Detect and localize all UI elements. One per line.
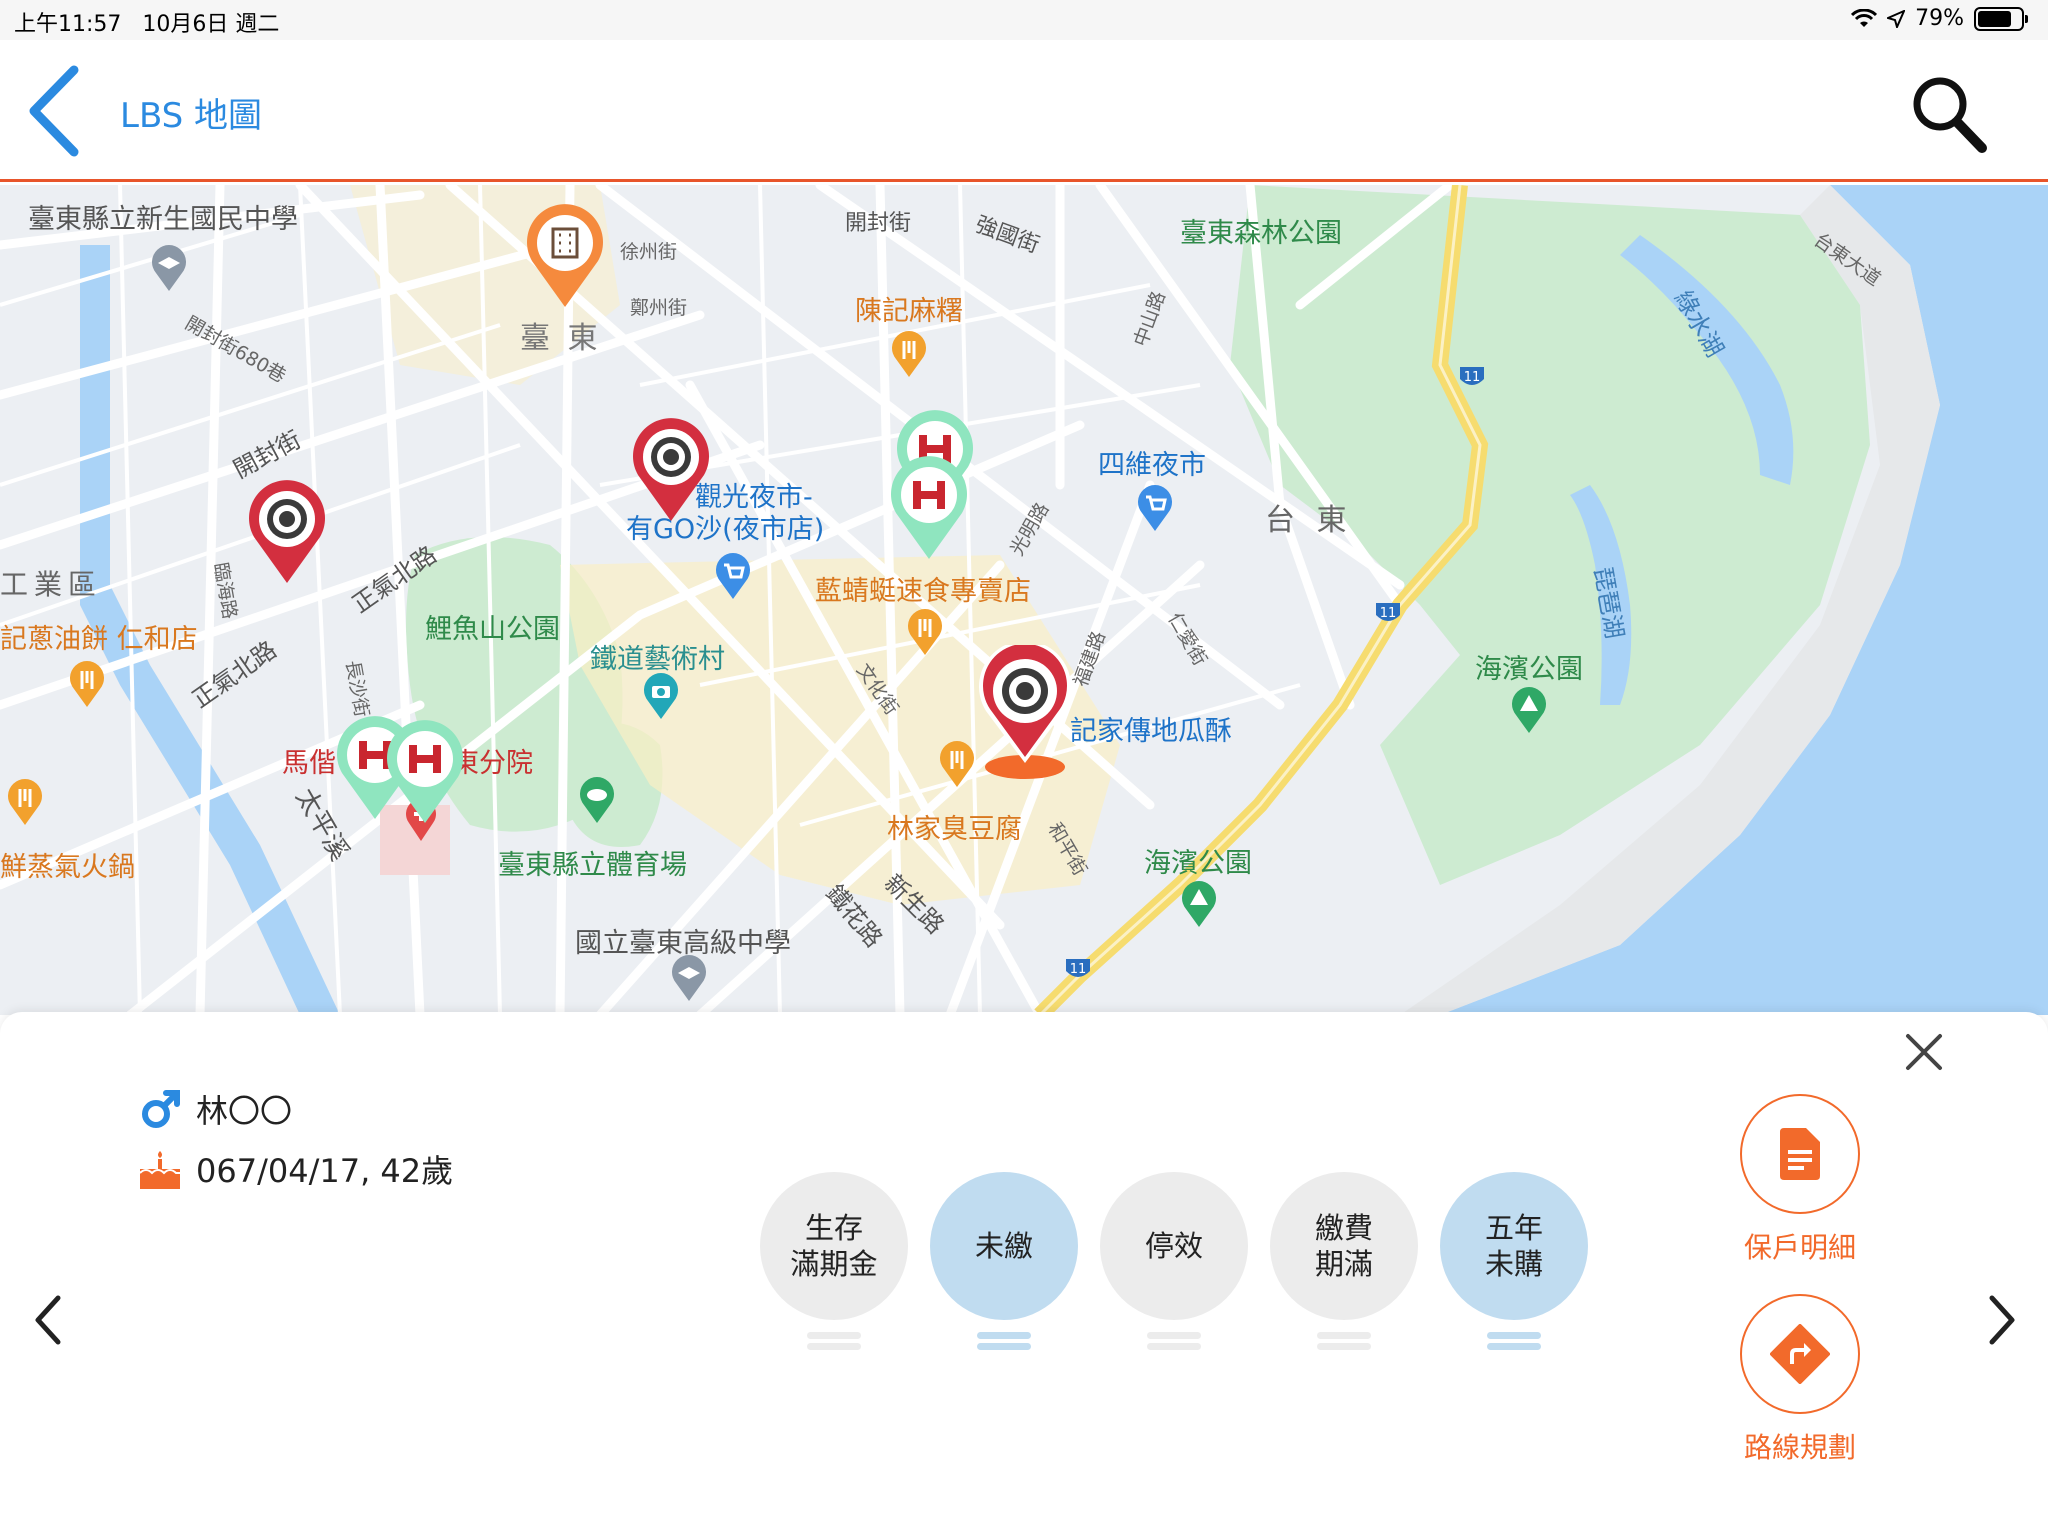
status-date: 10月6日 週二 — [142, 12, 280, 37]
tag-indicator — [1317, 1343, 1371, 1350]
map-label-school: 臺東縣立新生國民中學 — [28, 204, 298, 235]
search-icon[interactable] — [1908, 72, 1988, 156]
map-label-seaside-park1: 海濱公園 — [1475, 654, 1583, 685]
map-label-sweet-potato: 記家傳地瓜酥 — [1070, 716, 1232, 747]
tag-indicator — [977, 1343, 1031, 1350]
customer-target-pin[interactable] — [630, 417, 712, 523]
customer-name: 林〇〇 — [196, 1092, 293, 1130]
map-label-zhengzhou: 鄭州街 — [630, 297, 688, 319]
camera-poi-icon[interactable] — [642, 673, 680, 721]
page-title: LBS 地圖 — [120, 96, 263, 136]
wifi-icon — [1851, 8, 1878, 27]
highway-shield-icon: 11 — [1376, 603, 1400, 621]
school-poi-icon — [152, 245, 186, 291]
directions-icon — [1770, 1324, 1830, 1384]
restaurant-poi-icon[interactable] — [890, 331, 928, 379]
tree-poi-icon[interactable] — [1180, 881, 1218, 929]
tag-label: 生存 滿期金 — [760, 1172, 908, 1320]
tag-label: 五年 未購 — [1440, 1172, 1588, 1320]
building-pin-icon[interactable] — [524, 203, 606, 309]
back-chevron-icon[interactable] — [24, 64, 84, 158]
status-bar: 上午11:57 10月6日 週二 79% — [0, 0, 2048, 40]
tag-five-years-no-purchase[interactable]: 五年 未購 — [1440, 1172, 1588, 1350]
map-label-xuzhou: 徐州街 — [620, 241, 678, 263]
hospital-pin-icon[interactable] — [384, 719, 466, 825]
map-label-chen-mahua: 陳記麻糬 — [855, 296, 963, 327]
map-label-kaifeng: 開封街 — [845, 211, 912, 236]
stadium-poi-icon[interactable] — [578, 777, 616, 825]
document-icon — [1780, 1128, 1820, 1180]
map-label-industrial: 工業區 — [0, 568, 103, 601]
tag-indicator — [807, 1332, 861, 1339]
map-label-mackay: 馬偕 — [282, 748, 336, 779]
customer-detail-button[interactable]: 保戶明細 — [1740, 1094, 1860, 1266]
tag-indicator — [1487, 1343, 1541, 1350]
restaurant-poi-icon[interactable] — [906, 609, 944, 657]
map-label-forest-park: 臺東森林公園 — [1180, 218, 1342, 249]
map-label-lanjingting: 藍蜻蜓速食專賣店 — [815, 576, 1031, 607]
svg-text:11: 11 — [1070, 962, 1087, 977]
male-icon — [142, 1090, 180, 1128]
tag-indicator — [1147, 1343, 1201, 1350]
customer-birth-row: 067/04/17, 42歲 — [138, 1146, 453, 1192]
map-label-stadium: 臺東縣立體育場 — [498, 850, 687, 881]
map-label-seaside-park2: 海濱公園 — [1144, 848, 1252, 879]
map-label-hotpot: 鮮蒸氣火鍋 — [0, 852, 135, 883]
status-time: 上午11:57 — [14, 12, 122, 37]
previous-chevron-icon[interactable] — [28, 1290, 68, 1350]
tag-indicator — [807, 1343, 861, 1350]
tag-indicator — [1147, 1332, 1201, 1339]
tag-survival-maturity[interactable]: 生存 滿期金 — [760, 1172, 908, 1350]
tag-label: 停效 — [1100, 1172, 1248, 1320]
map-label-liyu-park: 鯉魚山公園 — [425, 614, 560, 645]
tag-indicator — [1487, 1332, 1541, 1339]
shopping-poi-icon[interactable] — [1136, 485, 1174, 533]
status-tag-list: 生存 滿期金 未繳 停效 繳費 期滿 五年 未購 — [760, 1172, 1588, 1350]
hospital-pin-icon[interactable] — [888, 455, 970, 561]
svg-text:11: 11 — [1380, 606, 1397, 621]
map-label-siwei-market: 四維夜市 — [1098, 450, 1206, 481]
map-label-taitung-center: 臺 東 — [520, 321, 602, 356]
route-planning-label: 路線規劃 — [1743, 1431, 1856, 1464]
tag-label: 繳費 期滿 — [1270, 1172, 1418, 1320]
tag-unpaid[interactable]: 未繳 — [930, 1172, 1078, 1350]
map-view[interactable]: 臺東縣立新生國民中學 開封街 強國街 臺東森林公園 徐州街 鄭州街 中山路 陳記… — [0, 185, 2048, 1015]
shopping-poi-icon[interactable] — [714, 553, 752, 601]
tree-poi-icon[interactable] — [1510, 687, 1548, 735]
tag-indicator — [1317, 1332, 1371, 1339]
birthday-cake-icon — [139, 1151, 180, 1189]
tag-indicator — [977, 1332, 1031, 1339]
map-label-lin-tofu: 林家臭豆腐 — [887, 814, 1022, 845]
restaurant-poi-icon[interactable] — [938, 741, 976, 789]
customer-target-pin[interactable] — [246, 479, 328, 585]
close-icon[interactable] — [1902, 1030, 1946, 1074]
map-label-scallion-pie: 記蔥油餅 仁和店 — [0, 624, 198, 655]
highway-shield-icon: 11 — [1460, 367, 1484, 385]
customer-birth: 067/04/17, 42歲 — [196, 1152, 454, 1190]
tag-payment-complete[interactable]: 繳費 期滿 — [1270, 1172, 1418, 1350]
school-poi-icon — [672, 955, 706, 1001]
route-planning-button[interactable]: 路線規劃 — [1740, 1294, 1860, 1466]
battery-percent: 79% — [1915, 6, 1964, 31]
battery-icon — [1974, 6, 2028, 31]
highway-shield-icon: 11 — [1066, 959, 1090, 977]
tag-label: 未繳 — [930, 1172, 1078, 1320]
location-arrow-icon — [1887, 9, 1906, 28]
map-label-railway-art: 鐵道藝術村 — [590, 644, 725, 675]
map-label-taidong: 台 東 — [1265, 503, 1353, 538]
nav-bar: LBS 地圖 — [0, 40, 2048, 182]
next-chevron-icon[interactable] — [1982, 1290, 2022, 1350]
app-screen: 上午11:57 10月6日 週二 79% LBS 地圖 臺東縣立新生國民中學 開… — [0, 0, 2048, 1536]
svg-text:11: 11 — [1464, 370, 1481, 385]
tag-lapsed[interactable]: 停效 — [1100, 1172, 1248, 1350]
customer-detail-label: 保戶明細 — [1743, 1231, 1856, 1264]
restaurant-poi-icon[interactable] — [6, 779, 44, 827]
customer-detail-ring — [1740, 1094, 1860, 1214]
customer-name-row: 林〇〇 — [138, 1086, 292, 1132]
restaurant-poi-icon[interactable] — [68, 661, 106, 709]
route-planning-ring — [1740, 1294, 1860, 1414]
selected-customer-pin[interactable] — [974, 645, 1076, 779]
